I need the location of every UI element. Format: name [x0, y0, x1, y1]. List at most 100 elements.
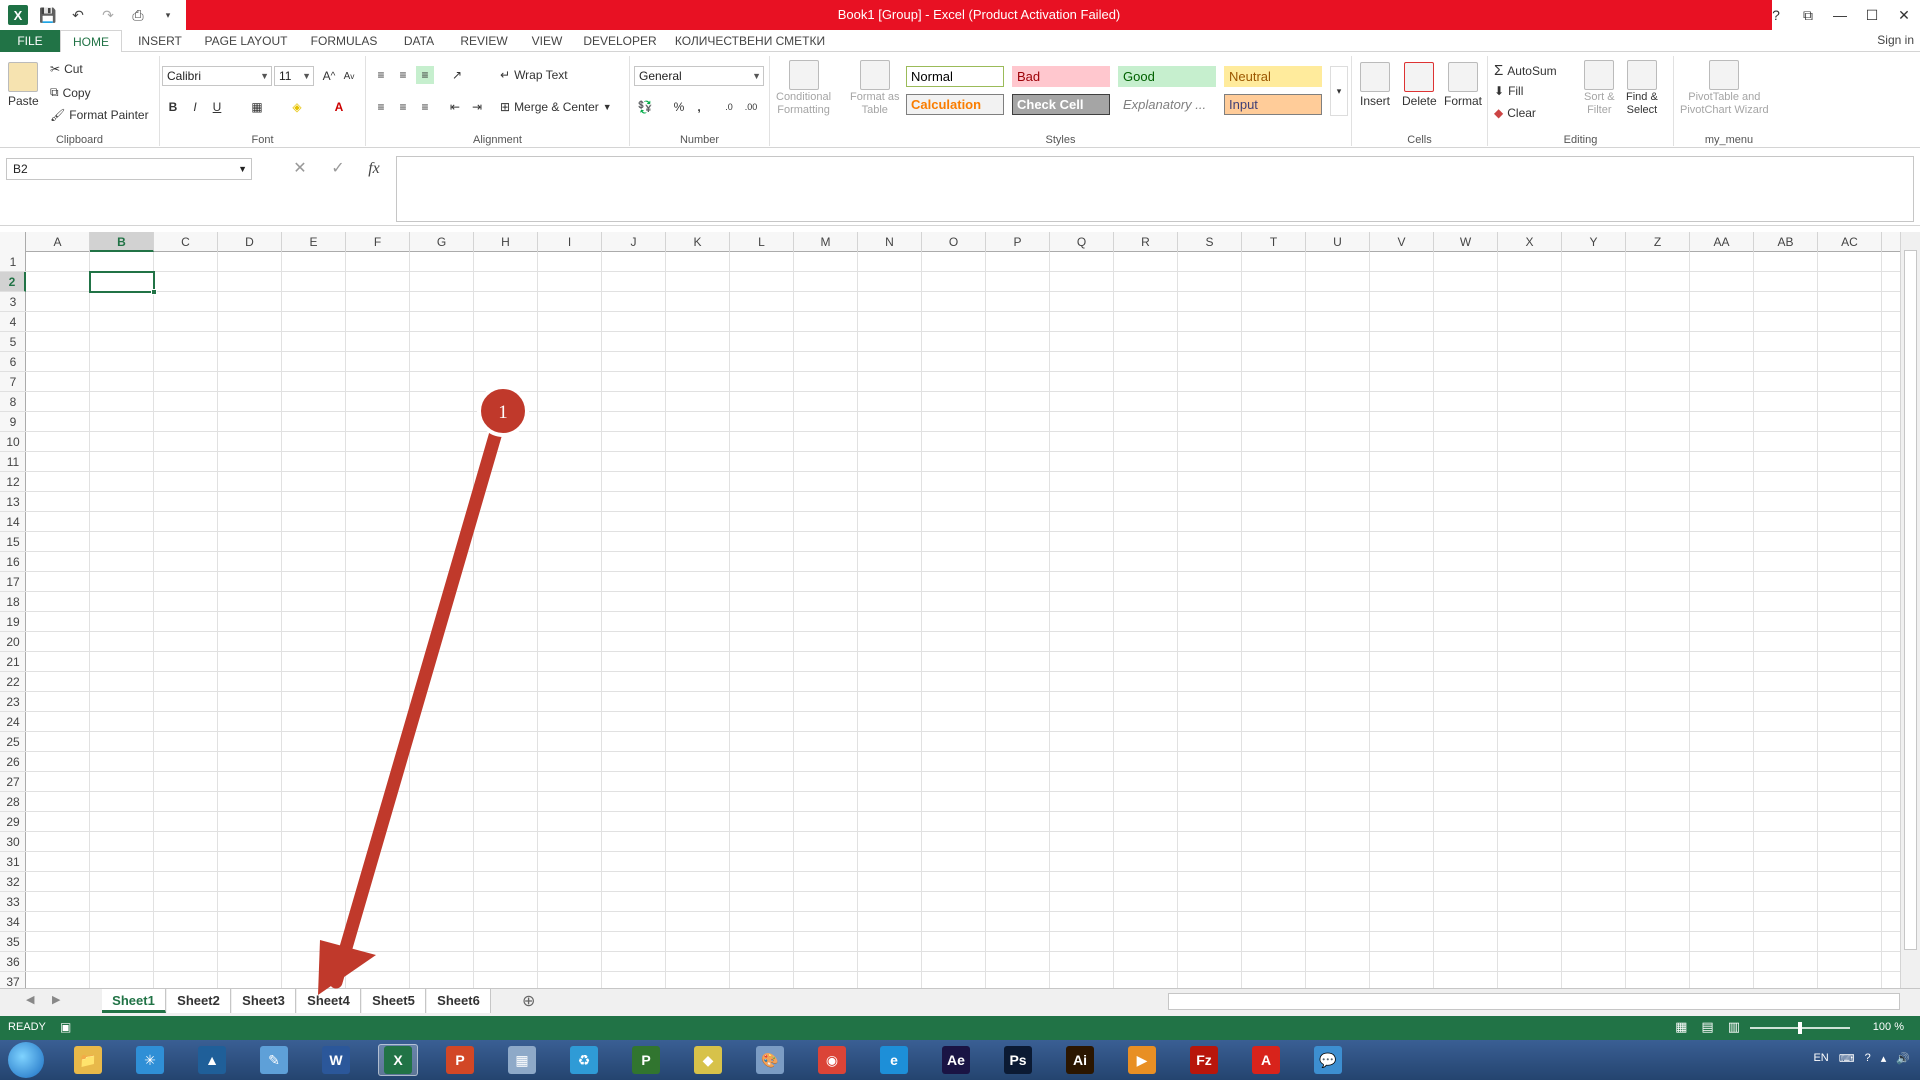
column-header-i[interactable]: I: [538, 232, 602, 252]
column-header-v[interactable]: V: [1370, 232, 1434, 252]
align-right-icon[interactable]: ≡: [416, 98, 434, 116]
taskbar-app-project[interactable]: P: [626, 1044, 666, 1076]
active-cell[interactable]: [89, 271, 157, 295]
row-header-30[interactable]: 30: [0, 832, 26, 852]
column-header-r[interactable]: R: [1114, 232, 1178, 252]
row-header-20[interactable]: 20: [0, 632, 26, 652]
borders-icon[interactable]: ▦: [248, 98, 266, 116]
cut-button[interactable]: ✂ Cut: [50, 62, 83, 76]
save-icon[interactable]: 💾: [38, 5, 58, 25]
column-header-z[interactable]: Z: [1626, 232, 1690, 252]
insert-function-button[interactable]: fx: [362, 158, 386, 180]
pivot-wizard-button[interactable]: PivotTable and PivotChart Wizard: [1680, 60, 1769, 116]
new-sheet-button[interactable]: ⊕: [522, 991, 535, 1011]
column-header-u[interactable]: U: [1306, 232, 1370, 252]
row-header-26[interactable]: 26: [0, 752, 26, 772]
style-cell-check-cell[interactable]: Check Cell: [1012, 94, 1110, 115]
bold-button[interactable]: B: [164, 98, 182, 116]
column-header-e[interactable]: E: [282, 232, 346, 252]
row-header-28[interactable]: 28: [0, 792, 26, 812]
row-header-4[interactable]: 4: [0, 312, 26, 332]
row-header-12[interactable]: 12: [0, 472, 26, 492]
column-header-h[interactable]: H: [474, 232, 538, 252]
increase-font-icon[interactable]: A ^: [320, 67, 338, 85]
sign-in-link[interactable]: Sign in: [1877, 33, 1914, 47]
paste-button[interactable]: Paste: [8, 62, 39, 108]
merge-center-button[interactable]: ⊞ Merge & Center ▼: [500, 100, 612, 114]
ribbon-display-icon[interactable]: ⧉: [1792, 0, 1824, 30]
next-sheet-icon[interactable]: ▶: [52, 993, 60, 1006]
taskbar-app-acrobat[interactable]: A: [1246, 1044, 1286, 1076]
column-header-p[interactable]: P: [986, 232, 1050, 252]
row-header-1[interactable]: 1: [0, 252, 26, 272]
autosum-button[interactable]: Σ AutoSum: [1494, 62, 1557, 79]
style-cell-calculation[interactable]: Calculation: [906, 94, 1004, 115]
wrap-text-button[interactable]: ↵ Wrap Text: [500, 68, 568, 82]
number-format-select[interactable]: General ▼: [634, 66, 764, 86]
percent-button[interactable]: %: [670, 98, 688, 116]
zoom-level[interactable]: 100 %: [1873, 1021, 1904, 1033]
taskbar-app-word[interactable]: W: [316, 1044, 356, 1076]
column-header-d[interactable]: D: [218, 232, 282, 252]
row-header-16[interactable]: 16: [0, 552, 26, 572]
formula-input[interactable]: [396, 156, 1914, 222]
column-header-m[interactable]: M: [794, 232, 858, 252]
column-header-x[interactable]: X: [1498, 232, 1562, 252]
language-indicator[interactable]: EN: [1813, 1052, 1828, 1065]
column-header-s[interactable]: S: [1178, 232, 1242, 252]
align-bottom-icon[interactable]: ≡: [416, 66, 434, 84]
comma-button[interactable]: ,: [690, 98, 708, 116]
taskbar-app-folder[interactable]: ◆: [688, 1044, 728, 1076]
close-icon[interactable]: ✕: [1888, 0, 1920, 30]
sheet-tab-sheet6[interactable]: Sheet6: [427, 989, 491, 1013]
row-header-11[interactable]: 11: [0, 452, 26, 472]
style-cell-neutral[interactable]: Neutral: [1224, 66, 1322, 87]
column-header-y[interactable]: Y: [1562, 232, 1626, 252]
tab-data[interactable]: DATA: [394, 30, 444, 52]
format-cells-button[interactable]: Format: [1444, 62, 1482, 108]
cancel-icon[interactable]: ✕: [288, 158, 312, 180]
style-cell-input[interactable]: Input: [1224, 94, 1322, 115]
increase-indent-icon[interactable]: ⇥: [468, 98, 486, 116]
tab-formulas[interactable]: FORMULAS: [302, 30, 386, 52]
sheet-tab-sheet2[interactable]: Sheet2: [167, 989, 231, 1013]
tab-insert[interactable]: INSERT: [128, 30, 192, 52]
row-header-15[interactable]: 15: [0, 532, 26, 552]
find-select-button[interactable]: Find & Select: [1626, 60, 1658, 116]
keyboard-icon[interactable]: ⌨: [1839, 1052, 1855, 1065]
row-header-23[interactable]: 23: [0, 692, 26, 712]
taskbar-app-excel[interactable]: X: [378, 1044, 418, 1076]
fill-handle[interactable]: [151, 289, 157, 295]
sheet-tab-sheet4[interactable]: Sheet4: [297, 989, 361, 1013]
row-header-5[interactable]: 5: [0, 332, 26, 352]
accounting-format-icon[interactable]: 💱: [636, 98, 654, 116]
tab-file[interactable]: FILE: [0, 30, 60, 52]
font-color-icon[interactable]: A: [330, 98, 348, 116]
style-cell-explanatory[interactable]: Explanatory ...: [1118, 94, 1216, 115]
sort-filter-button[interactable]: Sort & Filter: [1584, 60, 1615, 116]
row-header-14[interactable]: 14: [0, 512, 26, 532]
select-all-corner[interactable]: [0, 232, 26, 252]
vertical-scroll-thumb[interactable]: [1904, 250, 1917, 950]
macro-record-icon[interactable]: ▣: [60, 1020, 71, 1034]
column-header-ac[interactable]: AC: [1818, 232, 1882, 252]
taskbar-app-ie[interactable]: e: [874, 1044, 914, 1076]
format-painter-button[interactable]: 🖌 Format Painter: [50, 108, 149, 122]
redo-icon[interactable]: ↷: [98, 5, 118, 25]
minimize-icon[interactable]: —: [1824, 0, 1856, 30]
decrease-font-icon[interactable]: Av: [340, 67, 358, 85]
row-header-10[interactable]: 10: [0, 432, 26, 452]
taskbar-app-calculator[interactable]: ▦: [502, 1044, 542, 1076]
align-center-icon[interactable]: ≡: [394, 98, 412, 116]
undo-icon[interactable]: ↶: [68, 5, 88, 25]
column-header-o[interactable]: O: [922, 232, 986, 252]
row-header-27[interactable]: 27: [0, 772, 26, 792]
zoom-slider[interactable]: [1750, 1022, 1850, 1034]
insert-cells-button[interactable]: Insert: [1360, 62, 1390, 108]
font-size-select[interactable]: 11 ▼: [274, 66, 314, 86]
column-header-g[interactable]: G: [410, 232, 474, 252]
orientation-icon[interactable]: ↗: [448, 66, 466, 84]
column-header-j[interactable]: J: [602, 232, 666, 252]
row-header-29[interactable]: 29: [0, 812, 26, 832]
align-top-icon[interactable]: ≡: [372, 66, 390, 84]
